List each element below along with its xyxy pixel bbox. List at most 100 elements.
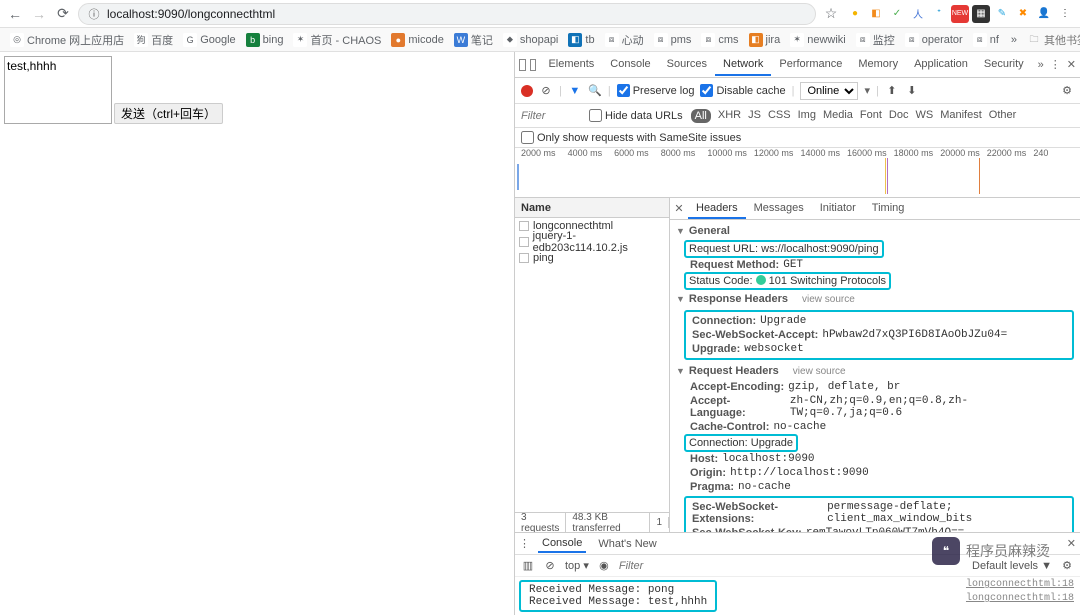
forward-button[interactable]: → bbox=[30, 5, 48, 23]
source-link[interactable]: longconnecthtml:18 bbox=[966, 593, 1074, 604]
detail-close-icon[interactable]: ✕ bbox=[670, 202, 688, 215]
console-sidebar-icon[interactable]: ▥ bbox=[521, 559, 535, 573]
bookmark-item[interactable]: GGoogle bbox=[179, 31, 239, 49]
bookmark-item[interactable]: ◎Chrome 网上应用店 bbox=[6, 30, 128, 50]
detail-tab[interactable]: Messages bbox=[746, 199, 812, 219]
detail-tab[interactable]: Timing bbox=[864, 199, 913, 219]
filter-input[interactable] bbox=[521, 110, 581, 122]
bookmark-item[interactable]: ⧈pms bbox=[650, 31, 696, 49]
detail-tab[interactable]: Initiator bbox=[812, 199, 864, 219]
clear-icon[interactable]: ⊘ bbox=[539, 84, 553, 98]
bookmark-item[interactable]: ◧tb bbox=[564, 31, 598, 49]
filter-type[interactable]: All bbox=[691, 109, 711, 123]
devtools-tab[interactable]: Application bbox=[906, 54, 976, 76]
settings-icon[interactable]: ⚙ bbox=[1060, 84, 1074, 98]
avatar-icon[interactable]: 👤 bbox=[1035, 5, 1053, 23]
bookmark-item[interactable]: ✶newwiki bbox=[786, 31, 850, 49]
devtools-menu-icon[interactable]: ⋮ bbox=[1050, 58, 1061, 71]
filter-type[interactable]: Media bbox=[823, 109, 853, 123]
filter-type[interactable]: XHR bbox=[718, 109, 741, 123]
filter-type[interactable]: JS bbox=[748, 109, 761, 123]
search-icon[interactable]: 🔍 bbox=[588, 84, 602, 98]
message-textarea[interactable]: test,hhhh bbox=[4, 56, 112, 124]
drawer-tab-console[interactable]: Console bbox=[538, 535, 586, 553]
devtools-tab[interactable]: Memory bbox=[850, 54, 906, 76]
filter-type[interactable]: WS bbox=[915, 109, 933, 123]
bookmark-item[interactable]: 狗百度 bbox=[130, 30, 177, 50]
bookmark-item[interactable]: bbing bbox=[242, 31, 288, 49]
ext-icon[interactable]: ✖ bbox=[1014, 5, 1032, 23]
preserve-log-checkbox[interactable]: Preserve log bbox=[617, 84, 695, 97]
levels-select[interactable]: Default levels ▼ bbox=[972, 560, 1052, 572]
ext-icon[interactable]: 人 bbox=[909, 5, 927, 23]
devtools-tab[interactable]: Sources bbox=[659, 54, 715, 76]
site-info-icon[interactable]: ⓘ bbox=[87, 7, 101, 21]
download-icon[interactable]: ⬇ bbox=[905, 84, 919, 98]
ext-icon[interactable]: ▦ bbox=[972, 5, 990, 23]
filter-toggle-icon[interactable]: ▼ bbox=[568, 84, 582, 98]
bookmark-item[interactable]: ⬥shopapi bbox=[499, 31, 563, 49]
filter-type[interactable]: Other bbox=[989, 109, 1017, 123]
ext-icon[interactable]: ◧ bbox=[867, 5, 885, 23]
response-headers-section[interactable]: ▼Response Headersview source bbox=[670, 290, 1080, 308]
bookmark-item[interactable]: W笔记 bbox=[450, 30, 497, 50]
omnibox[interactable]: ⓘ localhost:9090/longconnecthtml bbox=[78, 3, 816, 25]
devtools-tab[interactable]: Security bbox=[976, 54, 1032, 76]
request-headers-section[interactable]: ▼Request Headersview source bbox=[670, 362, 1080, 380]
record-icon[interactable] bbox=[521, 85, 533, 97]
tabs-overflow-icon[interactable]: » bbox=[1034, 59, 1048, 71]
devtools-tab[interactable]: Console bbox=[602, 54, 658, 76]
inspect-element-icon[interactable] bbox=[519, 59, 526, 71]
disable-cache-checkbox[interactable]: Disable cache bbox=[700, 84, 785, 97]
upload-icon[interactable]: ⬆ bbox=[885, 84, 899, 98]
console-filter-input[interactable] bbox=[619, 560, 964, 572]
bookmark-item[interactable]: ◧jira bbox=[745, 31, 785, 49]
throttle-select[interactable]: Online bbox=[800, 82, 858, 100]
bookmark-item[interactable]: ⧈nf bbox=[969, 31, 1003, 49]
other-bookmarks[interactable]: 🗀 其他书签 bbox=[1023, 30, 1080, 50]
detail-tab[interactable]: Headers bbox=[688, 199, 746, 219]
drawer-tab-whatsnew[interactable]: What's New bbox=[594, 536, 660, 552]
devtools-tab[interactable]: Performance bbox=[771, 54, 850, 76]
general-section[interactable]: ▼General bbox=[670, 222, 1080, 240]
console-settings-icon[interactable]: ⚙ bbox=[1060, 559, 1074, 573]
devtools-tabs: ElementsConsoleSourcesNetworkPerformance… bbox=[515, 52, 1080, 78]
samesite-checkbox[interactable]: Only show requests with SameSite issues bbox=[521, 131, 741, 144]
chrome-menu-icon[interactable]: ⋮ bbox=[1056, 5, 1074, 23]
console-clear-icon[interactable]: ⊘ bbox=[543, 559, 557, 573]
ext-icon[interactable]: ● bbox=[846, 5, 864, 23]
reload-button[interactable]: ⟳ bbox=[54, 5, 72, 23]
hide-data-urls-checkbox[interactable]: Hide data URLs bbox=[589, 109, 683, 122]
devtools-tab[interactable]: Network bbox=[715, 54, 771, 76]
device-toggle-icon[interactable] bbox=[530, 59, 537, 71]
eye-icon[interactable]: ◉ bbox=[597, 559, 611, 573]
request-row[interactable]: jquery-1-edb203c114.10.2.js bbox=[515, 234, 669, 250]
bookmark-item[interactable]: ●micode bbox=[387, 31, 447, 49]
drawer-menu-icon[interactable]: ⋮ bbox=[519, 537, 530, 550]
drawer-close-icon[interactable]: ✕ bbox=[1067, 537, 1076, 550]
filter-type[interactable]: Font bbox=[860, 109, 882, 123]
star-button[interactable]: ☆ bbox=[822, 5, 840, 23]
ext-icon[interactable]: ✎ bbox=[993, 5, 1011, 23]
filter-type[interactable]: CSS bbox=[768, 109, 791, 123]
send-button[interactable]: 发送（ctrl+回车） bbox=[114, 103, 223, 124]
devtools-tab[interactable]: Elements bbox=[540, 54, 602, 76]
ext-icon[interactable]: ᕀ bbox=[930, 5, 948, 23]
filter-type[interactable]: Doc bbox=[889, 109, 909, 123]
ext-icon[interactable]: ✓ bbox=[888, 5, 906, 23]
bookmark-label: Chrome 网上应用店 bbox=[27, 32, 124, 48]
bookmarks-overflow[interactable]: » bbox=[1007, 32, 1021, 48]
filter-type[interactable]: Img bbox=[798, 109, 816, 123]
back-button[interactable]: ← bbox=[6, 5, 24, 23]
ext-icon[interactable]: NEW bbox=[951, 5, 969, 23]
bookmark-item[interactable]: ✶首页 - CHAOS bbox=[289, 30, 385, 50]
console-context-select[interactable]: top ▾ bbox=[565, 559, 589, 572]
devtools-close-icon[interactable]: ✕ bbox=[1067, 58, 1076, 71]
filter-type[interactable]: Manifest bbox=[940, 109, 982, 123]
bookmark-item[interactable]: ⧈cms bbox=[697, 31, 742, 49]
network-timeline[interactable]: 2000 ms4000 ms6000 ms8000 ms10000 ms1200… bbox=[515, 148, 1080, 198]
bookmark-item[interactable]: ⧈监控 bbox=[852, 30, 899, 50]
source-link[interactable]: longconnecthtml:18 bbox=[966, 579, 1074, 590]
bookmark-item[interactable]: ⧈operator bbox=[901, 31, 967, 49]
bookmark-item[interactable]: ⧈心动 bbox=[601, 30, 648, 50]
